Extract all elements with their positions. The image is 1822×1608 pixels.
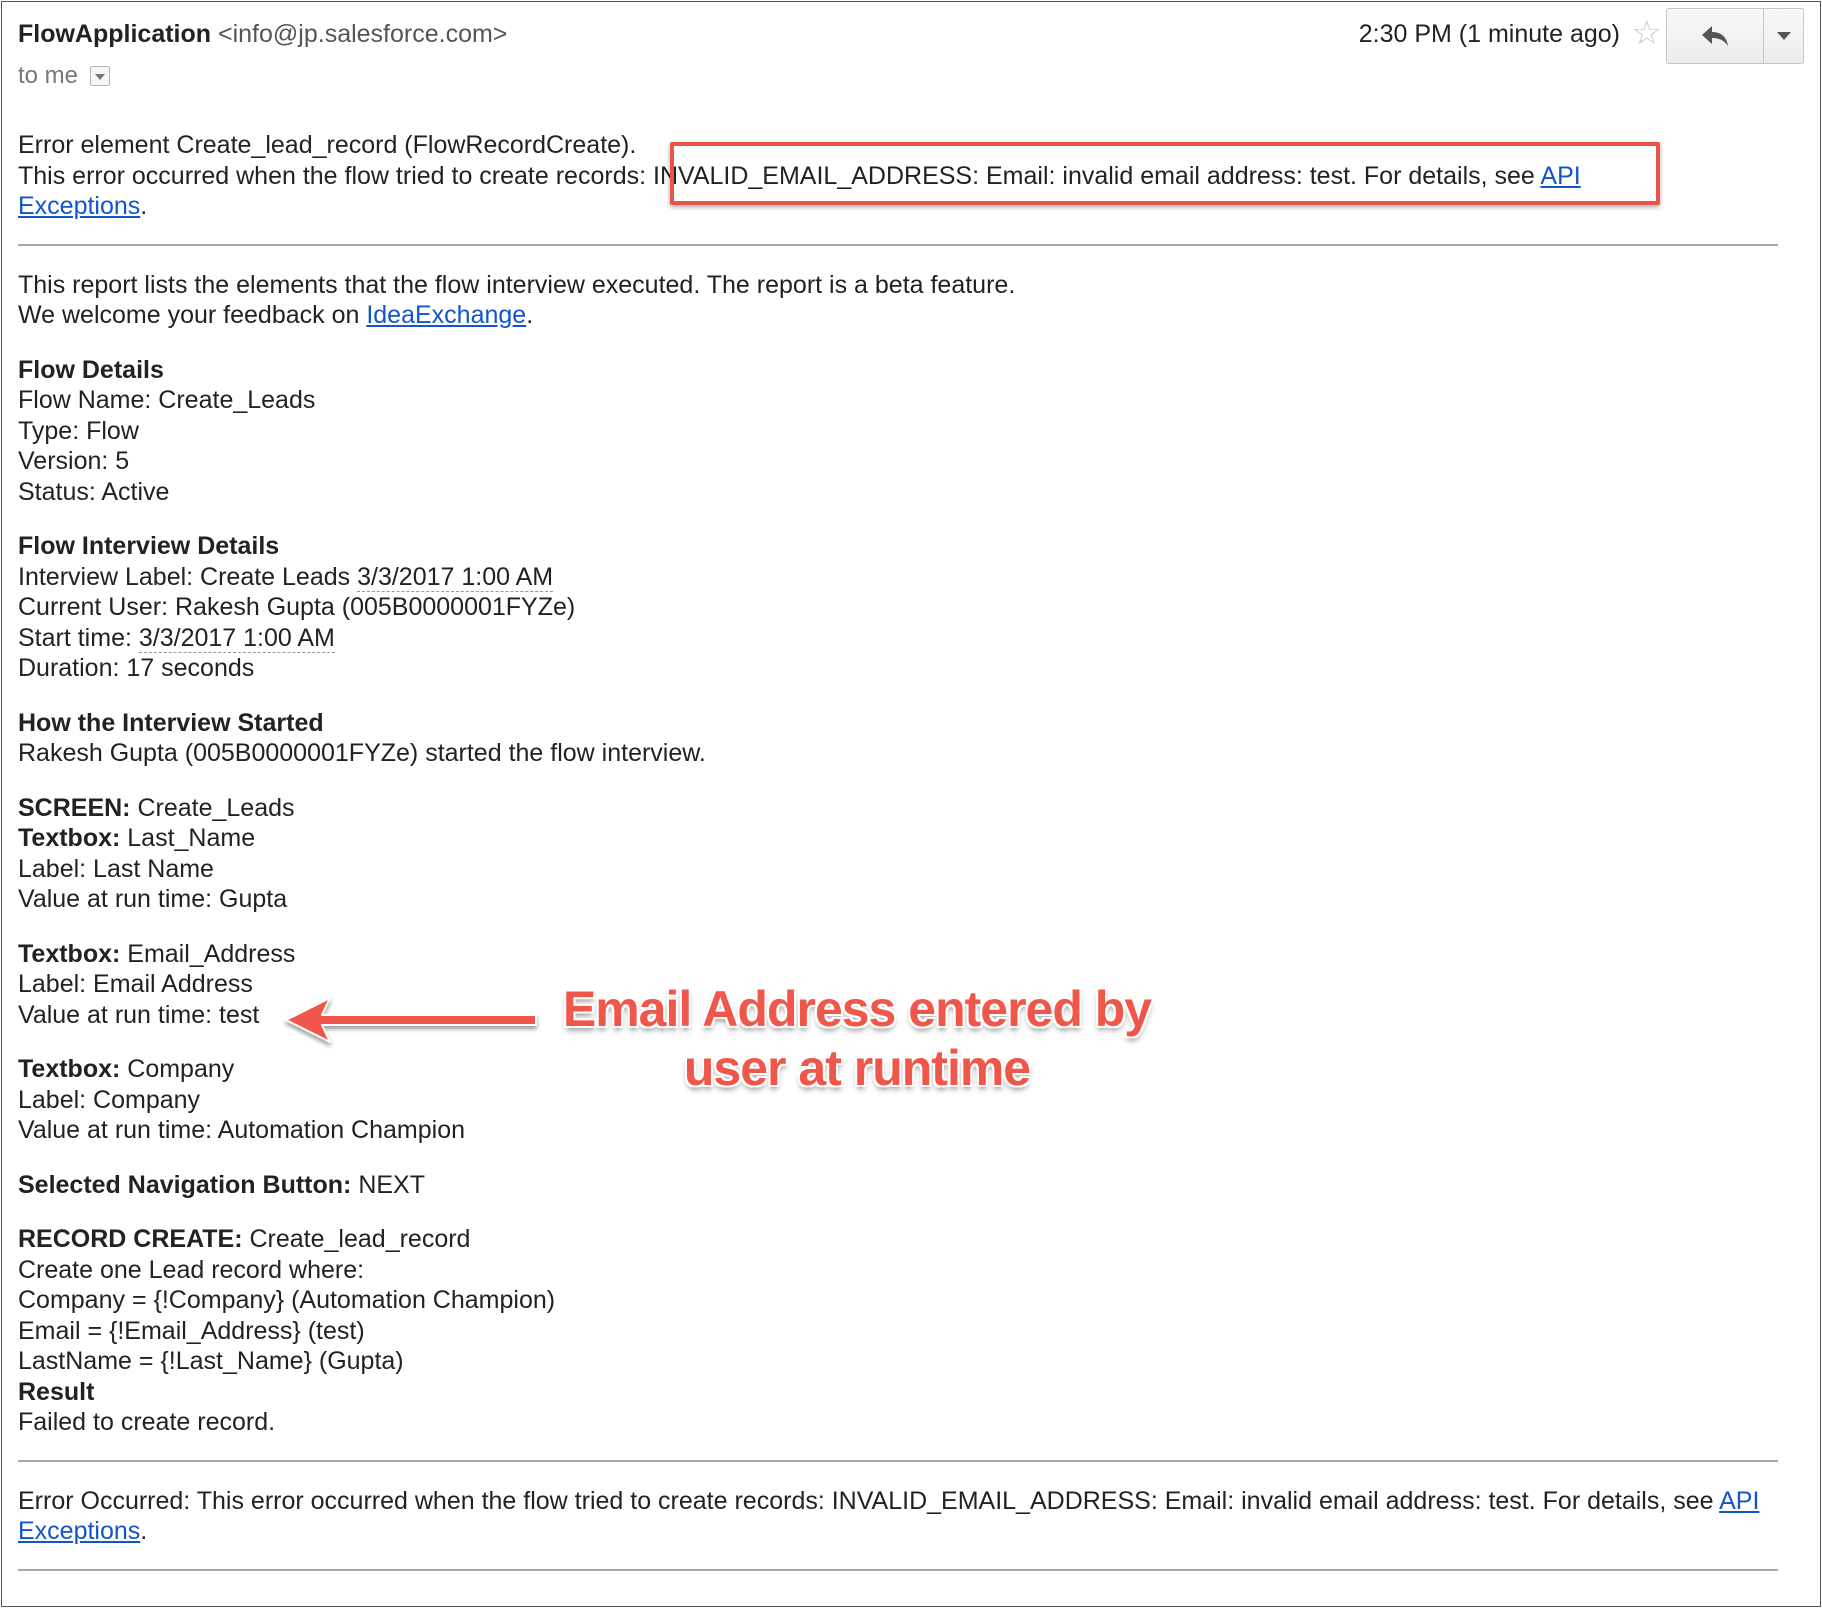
interview-details: Flow Interview Details Interview Label: … xyxy=(18,531,1778,684)
divider xyxy=(18,1568,1778,1571)
annotation-line-1: Email Address entered by xyxy=(562,981,1152,1037)
divider xyxy=(18,1459,1778,1462)
textbox-last-name-value: Value at run time: Gupta xyxy=(18,885,288,913)
annotation-arrow-icon xyxy=(285,997,537,1043)
how-started-heading: How the Interview Started xyxy=(18,708,324,737)
record-create-lastname: LastName = {!Last_Name} (Gupta) xyxy=(18,1347,404,1375)
flow-status: Status: Active xyxy=(18,477,170,506)
screen-line: SCREEN: Create_Leads xyxy=(18,793,295,822)
sender: FlowApplication <info@jp.salesforce.com> xyxy=(18,20,507,49)
reply-button[interactable] xyxy=(1667,9,1764,63)
duration: Duration: 17 seconds xyxy=(18,654,255,682)
record-create-email: Email = {!Email_Address} (test) xyxy=(18,1316,365,1345)
sender-name[interactable]: FlowApplication xyxy=(18,20,211,48)
screen-section: SCREEN: Create_Leads Textbox: Last_Name … xyxy=(18,793,1778,915)
api-exceptions-link-continued[interactable]: Exceptions xyxy=(18,192,140,220)
interview-details-heading: Flow Interview Details xyxy=(18,532,280,560)
navigation-section: Selected Navigation Button: NEXT xyxy=(18,1170,1778,1201)
record-create-section: RECORD CREATE: Create_lead_record Create… xyxy=(18,1224,1778,1438)
sender-email: <info@jp.salesforce.com> xyxy=(218,20,508,48)
reply-button-group xyxy=(1666,8,1804,64)
intro-line-1: This report lists the elements that the … xyxy=(18,270,1016,299)
recipient-line: to me xyxy=(18,62,111,90)
annotation-callout: Email Address entered by user at runtime xyxy=(542,980,1172,1098)
flow-details-heading: Flow Details xyxy=(18,355,164,384)
intro-line-2: We welcome your feedback on IdeaExchange… xyxy=(18,301,534,329)
start-date[interactable]: 3/3/2017 1:00 AM xyxy=(138,623,335,653)
record-create-line: RECORD CREATE: Create_lead_record xyxy=(18,1225,471,1253)
message-header: FlowApplication <info@jp.salesforce.com>… xyxy=(18,8,1820,96)
more-options-button[interactable] xyxy=(1764,9,1803,63)
record-create-company: Company = {!Company} (Automation Champio… xyxy=(18,1286,556,1314)
textbox-last-name-label: Label: Last Name xyxy=(18,854,214,883)
how-started-text: Rakesh Gupta (005B0000001FYZe) started t… xyxy=(18,739,706,767)
reply-icon xyxy=(1702,26,1728,46)
ideaexchange-link[interactable]: IdeaExchange xyxy=(366,301,526,329)
message-body: Error element Create_lead_record (FlowRe… xyxy=(18,130,1778,1595)
footer-text: Error Occurred: This error occurred when… xyxy=(18,1486,1760,1546)
result-text: Failed to create record. xyxy=(18,1408,276,1436)
report-intro: This report lists the elements that the … xyxy=(18,270,1778,331)
textbox-company-value: Value at run time: Automation Champion xyxy=(18,1116,466,1144)
error-highlight-box xyxy=(670,142,1660,205)
textbox-last-name: Textbox: Last_Name xyxy=(18,824,256,852)
annotation-line-2: user at runtime xyxy=(683,1040,1031,1096)
flow-version: Version: 5 xyxy=(18,447,130,475)
selected-navigation-button: Selected Navigation Button: NEXT xyxy=(18,1170,425,1199)
email-message: FlowApplication <info@jp.salesforce.com>… xyxy=(1,1,1821,1607)
textbox-email: Textbox: Email_Address xyxy=(18,939,296,968)
how-started: How the Interview Started Rakesh Gupta (… xyxy=(18,708,1778,769)
interview-label: Interview Label: Create Leads 3/3/2017 1… xyxy=(18,562,554,592)
start-time: Start time: 3/3/2017 1:00 AM xyxy=(18,623,335,653)
current-user: Current User: Rakesh Gupta (005B0000001F… xyxy=(18,593,576,621)
divider xyxy=(18,243,1778,246)
flow-name: Flow Name: Create_Leads xyxy=(18,386,316,414)
interview-date[interactable]: 3/3/2017 1:00 AM xyxy=(357,562,554,592)
chevron-down-icon[interactable] xyxy=(90,66,111,86)
flow-type: Type: Flow xyxy=(18,416,139,445)
record-create-desc: Create one Lead record where: xyxy=(18,1255,365,1284)
recipient-label: to me xyxy=(18,62,79,89)
message-time: 2:30 PM (1 minute ago) xyxy=(1358,20,1620,48)
star-icon[interactable]: ☆ xyxy=(1632,16,1662,50)
result-heading: Result xyxy=(18,1377,95,1406)
flow-details: Flow Details Flow Name: Create_Leads Typ… xyxy=(18,355,1778,508)
error-footer: Error Occurred: This error occurred when… xyxy=(18,1486,1778,1547)
